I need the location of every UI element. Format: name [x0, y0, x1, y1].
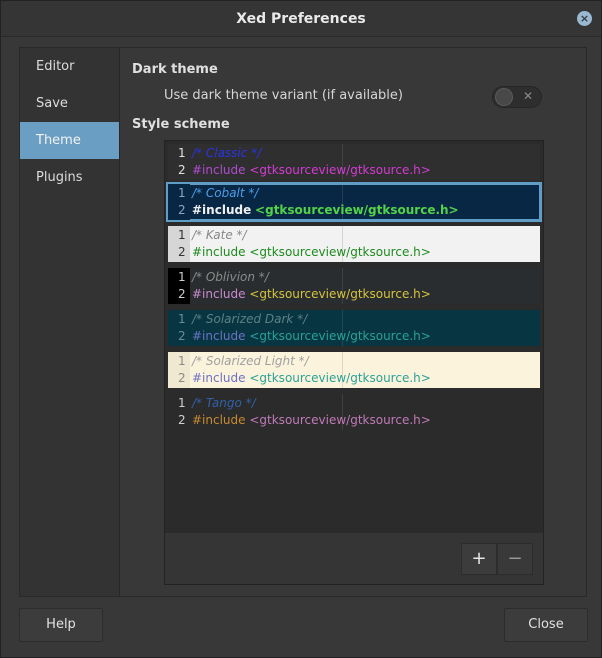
line-number: 1 [178, 186, 186, 200]
help-button[interactable]: Help [19, 608, 103, 642]
include-line: #include <gtksourceview/gtksource.h> [192, 287, 431, 301]
scheme-option[interactable]: 1 2 /* Oblivion */ #include <gtksourceview/… [168, 268, 540, 304]
scheme-option[interactable]: 1 2 /* Cobalt */ #include <gtksourceview/gt… [166, 182, 542, 222]
dark-theme-toggle[interactable]: ✕ [492, 86, 542, 108]
line-number: 1 [178, 354, 186, 368]
include-keyword: #include [192, 287, 246, 301]
include-line: #include <gtksourceview/gtksource.h> [192, 245, 431, 259]
scheme-option[interactable]: 1 2 /* Solarized Dark */ #include <gtksourc… [168, 310, 540, 346]
line-number: 2 [178, 371, 186, 385]
close-button[interactable]: Close [504, 608, 588, 642]
line-number: 1 [178, 312, 186, 326]
window-title: Xed Preferences [236, 11, 366, 27]
include-keyword: #include [192, 203, 252, 217]
include-keyword: #include [192, 245, 246, 259]
sidebar-item-editor[interactable]: Editor [20, 48, 119, 85]
dark-theme-option-label: Use dark theme variant (if available) [164, 88, 403, 103]
include-line: #include <gtksourceview/gtksource.h> [192, 413, 431, 427]
remove-scheme-button[interactable]: − [497, 543, 533, 575]
include-line: #include <gtksourceview/gtksource.h> [192, 371, 431, 385]
sidebar-item-save[interactable]: Save [20, 85, 119, 122]
line-number: 2 [178, 203, 186, 217]
scheme-option[interactable]: 1 2 /* Classic */ #include <gtksourceview/g… [168, 144, 540, 180]
include-path: <gtksourceview/gtksource.h> [249, 329, 431, 343]
scheme-toolbar: + − [165, 532, 543, 584]
include-keyword: #include [192, 163, 246, 177]
line-number: 1 [178, 396, 186, 410]
scheme-option[interactable]: 1 2 /* Solarized Light */ #include <gtksour… [168, 352, 540, 388]
line-number: 1 [178, 228, 186, 242]
include-keyword: #include [192, 329, 246, 343]
line-number: 1 [178, 270, 186, 284]
scheme-name-comment: /* Oblivion */ [192, 270, 269, 284]
include-path: <gtksourceview/gtksource.h> [249, 413, 431, 427]
include-path: <gtksourceview/gtksource.h> [255, 203, 459, 217]
line-number: 2 [178, 163, 186, 177]
toggle-off-icon: ✕ [522, 89, 533, 103]
scheme-option[interactable]: 1 2 /* Tango */ #include <gtksourceview/gtk… [168, 394, 540, 430]
scheme-name-comment: /* Solarized Light */ [192, 354, 309, 368]
add-scheme-button[interactable]: + [461, 543, 497, 575]
style-scheme-heading: Style scheme [132, 117, 230, 132]
title-bar: Xed Preferences × [1, 1, 601, 37]
include-path: <gtksourceview/gtksource.h> [249, 245, 431, 259]
scheme-name-comment: /* Kate */ [192, 228, 247, 242]
include-path: <gtksourceview/gtksource.h> [249, 163, 431, 177]
sidebar-item-theme[interactable]: Theme [20, 122, 119, 159]
include-line: #include <gtksourceview/gtksource.h> [192, 203, 459, 217]
include-path: <gtksourceview/gtksource.h> [249, 287, 431, 301]
include-line: #include <gtksourceview/gtksource.h> [192, 329, 431, 343]
style-scheme-list: 1 2 /* Classic */ #include <gtksourceview/g… [164, 140, 544, 585]
scheme-option[interactable]: 1 2 /* Kate */ #include <gtksourceview/gtks… [168, 226, 540, 262]
include-path: <gtksourceview/gtksource.h> [249, 371, 431, 385]
scheme-name-comment: /* Solarized Dark */ [192, 312, 308, 326]
close-window-icon[interactable]: × [577, 11, 592, 26]
scheme-name-comment: /* Cobalt */ [192, 186, 259, 200]
dark-theme-heading: Dark theme [132, 62, 218, 77]
line-number: 2 [178, 245, 186, 259]
scheme-name-comment: /* Classic */ [192, 146, 262, 160]
include-line: #include <gtksourceview/gtksource.h> [192, 163, 431, 177]
line-number: 2 [178, 413, 186, 427]
line-number: 2 [178, 287, 186, 301]
theme-panel: Dark theme Use dark theme variant (if av… [120, 47, 587, 597]
scheme-name-comment: /* Tango */ [192, 396, 256, 410]
sidebar: Editor Save Theme Plugins [19, 47, 120, 597]
line-number: 2 [178, 329, 186, 343]
include-keyword: #include [192, 413, 246, 427]
toggle-knob [495, 88, 513, 106]
include-keyword: #include [192, 371, 246, 385]
preferences-window: Xed Preferences × Editor Save Theme Plug… [0, 0, 602, 658]
sidebar-item-plugins[interactable]: Plugins [20, 159, 119, 196]
line-number: 1 [178, 146, 186, 160]
